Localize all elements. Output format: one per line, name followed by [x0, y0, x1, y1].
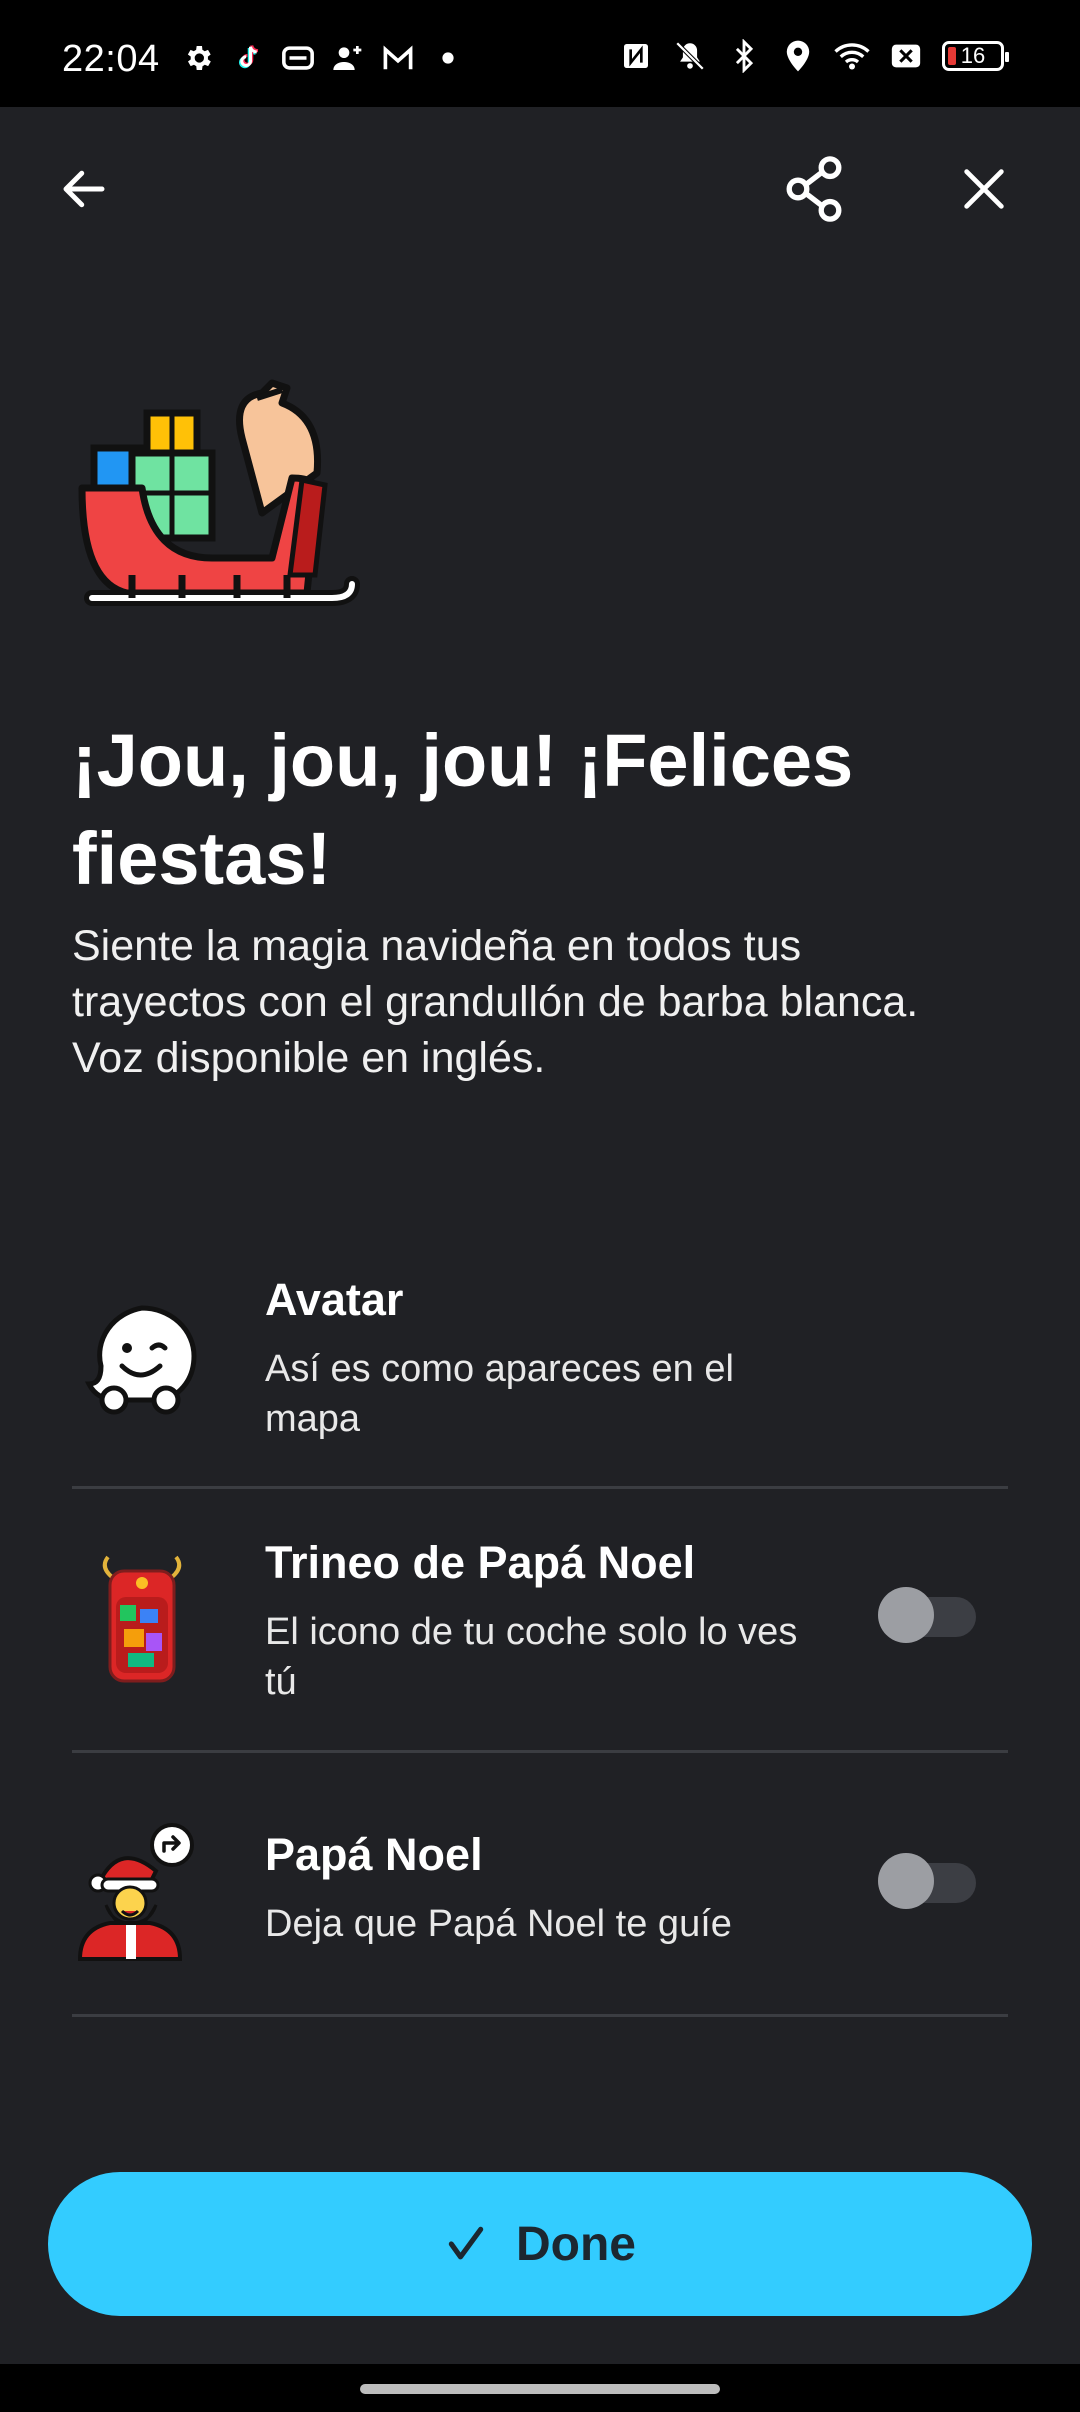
option-title: Avatar — [265, 1274, 404, 1325]
option-santa-voice[interactable]: Papá Noel Deja que Papá Noel te guíe — [72, 1753, 1008, 2017]
status-time: 22:04 — [62, 38, 160, 80]
ticket-icon — [280, 40, 316, 76]
mute-icon — [672, 38, 708, 74]
status-bar: 22:04 16 — [0, 0, 1080, 107]
tiktok-icon — [230, 40, 266, 76]
option-description: Así es como apareces en el mapa — [265, 1348, 734, 1440]
gmail-icon — [380, 40, 416, 76]
share-icon — [786, 156, 842, 222]
location-icon — [780, 38, 816, 74]
status-icons-left — [180, 40, 466, 76]
arrow-left-icon — [63, 170, 105, 208]
nfc-icon — [618, 38, 654, 74]
option-title: Trineo de Papá Noel — [265, 1537, 696, 1588]
option-description: El icono de tu coche solo lo ves tú — [265, 1611, 798, 1703]
navigation-bar — [0, 2364, 1080, 2412]
dot-icon — [430, 40, 466, 76]
santa-sleigh-icon — [72, 368, 362, 618]
option-santa-sleigh[interactable]: Trineo de Papá Noel El icono de tu coche… — [72, 1489, 1008, 1753]
santa-voice-toggle[interactable] — [878, 1851, 978, 1909]
waze-avatar-icon — [72, 1288, 212, 1428]
bluetooth-icon — [726, 38, 762, 74]
top-bar — [0, 107, 1080, 277]
done-label: Done — [516, 2217, 636, 2271]
status-icons-right: 16 — [618, 38, 1009, 74]
check-icon — [448, 2226, 484, 2260]
page-subtitle: Siente la magia navideña en todos tus tr… — [72, 922, 919, 1082]
option-title: Papá Noel — [265, 1829, 483, 1880]
option-avatar[interactable]: Avatar Así es como apareces en el mapa — [72, 1248, 1008, 1489]
sleigh-toggle[interactable] — [878, 1585, 978, 1643]
sleigh-car-icon — [72, 1549, 212, 1689]
santa-voice-icon — [72, 1821, 212, 1961]
close-button[interactable] — [942, 147, 1026, 231]
toggle-thumb — [878, 1587, 934, 1643]
close-icon — [964, 169, 1004, 209]
gear-icon — [180, 40, 216, 76]
page-title: ¡Jou, jou, jou! ¡Felices fiestas! — [72, 719, 854, 900]
options-list: Avatar Así es como apareces en el mapa T… — [72, 1248, 1008, 2017]
close-box-icon — [888, 38, 924, 74]
add-person-icon — [330, 40, 366, 76]
done-button[interactable]: Done — [48, 2172, 1032, 2316]
wifi-icon — [834, 38, 870, 74]
toggle-thumb — [878, 1853, 934, 1909]
home-gesture-handle[interactable] — [360, 2384, 720, 2394]
back-button[interactable] — [42, 147, 126, 231]
share-button[interactable] — [772, 147, 856, 231]
battery-level: 16 — [960, 43, 986, 68]
option-description: Deja que Papá Noel te guíe — [265, 1903, 732, 1945]
battery-icon: 16 — [942, 41, 1009, 71]
